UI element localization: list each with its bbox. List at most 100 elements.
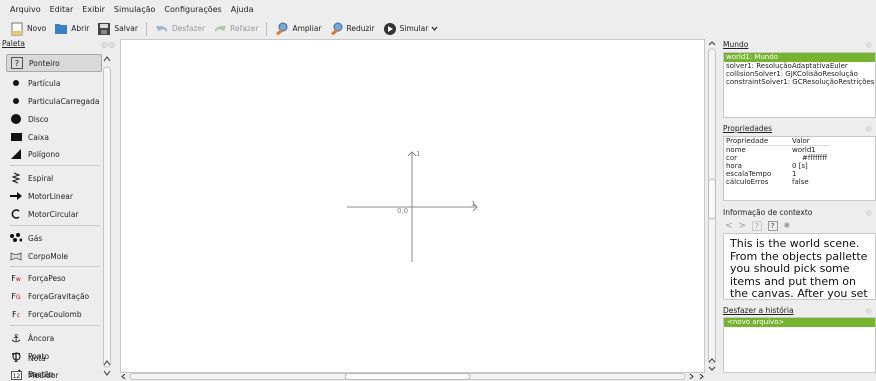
palette-item-label: Gás bbox=[28, 233, 43, 243]
toolbar-separator bbox=[266, 21, 268, 36]
menu-bar: Arquivo Editar Exibir Simulação Configur… bbox=[0, 0, 876, 18]
particle-icon bbox=[10, 77, 22, 89]
undo-history-list[interactable]: <novo arquivo> bbox=[723, 317, 876, 373]
world-canvas[interactable]: 0,0 1 1 bbox=[120, 39, 705, 373]
open-button[interactable]: Abrir bbox=[54, 22, 89, 36]
prop-value[interactable]: 1 bbox=[792, 170, 830, 178]
menu-arquivo[interactable]: Arquivo bbox=[10, 5, 41, 14]
palette-panel: Paleta ◎◎ ? Ponteiro Partícula Particula… bbox=[0, 39, 118, 381]
dock-icon[interactable]: ◎ bbox=[865, 124, 872, 133]
gravitation-force-icon: FG bbox=[11, 291, 21, 301]
palette-item-label: CorpoMole bbox=[28, 251, 69, 261]
menu-configuracoes[interactable]: Configurações bbox=[164, 5, 221, 14]
table-row[interactable]: nome world1 bbox=[726, 146, 830, 155]
palette-item-note[interactable]: T Nota bbox=[6, 349, 102, 367]
prop-value[interactable]: world1 bbox=[792, 146, 830, 155]
chevron-down-icon[interactable] bbox=[431, 25, 438, 32]
whats-this-icon[interactable]: ? bbox=[767, 220, 778, 231]
x-tick-label: 1 bbox=[471, 200, 476, 208]
table-row[interactable]: cálculoErros false bbox=[726, 178, 830, 186]
dock-icon[interactable]: ◎ bbox=[865, 306, 872, 315]
properties-header-name: Propriedade bbox=[726, 137, 792, 146]
palette-scrollbar[interactable] bbox=[102, 53, 112, 379]
help-icon[interactable]: ? bbox=[752, 220, 762, 231]
palette-item-spring[interactable]: Espiral bbox=[6, 169, 102, 187]
world-item-collision-solver[interactable]: collisionSolver1: GJKColisãoResolução bbox=[724, 70, 875, 78]
simulate-button[interactable]: Simular bbox=[383, 22, 439, 36]
folder-open-icon bbox=[55, 23, 68, 34]
world-item-solver[interactable]: solver1: ResoluçãoAdaptativaEuler bbox=[724, 62, 875, 70]
canvas-vertical-scrollbar[interactable] bbox=[706, 39, 718, 373]
new-button[interactable]: Novo bbox=[10, 22, 46, 36]
box-icon bbox=[10, 131, 22, 143]
world-selected-item[interactable]: world1: Mundo bbox=[724, 53, 875, 62]
back-arrow-icon[interactable]: < bbox=[725, 221, 733, 231]
dock-buttons-icon[interactable]: ◎◎ bbox=[101, 40, 115, 49]
palette-item-pointer[interactable]: ? Ponteiro bbox=[6, 54, 102, 72]
forward-arrow-icon[interactable]: > bbox=[739, 221, 747, 231]
menu-editar[interactable]: Editar bbox=[50, 5, 74, 14]
palette-item-label: Nota bbox=[28, 353, 46, 363]
redo-label: Refazer bbox=[230, 24, 259, 33]
palette-separator bbox=[10, 165, 100, 166]
world-item-constraint-solver[interactable]: constraintSolver1: GCResoluçãoRestrições bbox=[724, 78, 875, 86]
zoom-in-button[interactable]: Ampliar bbox=[275, 22, 322, 36]
palette-item-box[interactable]: Caixa bbox=[6, 128, 102, 146]
palette-item-label: Ponteiro bbox=[29, 58, 60, 68]
prop-value[interactable]: 0 [s] bbox=[792, 162, 830, 170]
zoom-in-icon bbox=[276, 22, 288, 35]
menu-simulacao[interactable]: Simulação bbox=[114, 5, 155, 14]
note-icon: T bbox=[11, 351, 20, 365]
palette-item-label: Âncora bbox=[28, 333, 55, 343]
world-title-label: Mundo bbox=[723, 40, 749, 49]
palette-item-anchor[interactable]: ⚓ Âncora bbox=[6, 329, 102, 347]
palette-item-gravitation-force[interactable]: FG ForçaGravitação bbox=[6, 287, 102, 305]
palette-item-label: ParticulaCarregada bbox=[28, 96, 100, 106]
palette-item-soft-body[interactable]: CorpoMole bbox=[6, 247, 102, 265]
menu-ajuda[interactable]: Ajuda bbox=[231, 5, 254, 14]
palette-item-coulomb-force[interactable]: Fc ForçaCoulomb bbox=[6, 305, 102, 323]
palette-item-gas[interactable]: Gás bbox=[6, 229, 102, 247]
undo-button[interactable]: Desfazer bbox=[155, 22, 205, 36]
meter-icon: 12 bbox=[10, 369, 22, 381]
coulomb-force-icon: Fc bbox=[12, 309, 20, 319]
palette-item-weight-force[interactable]: Fw ForçaPeso bbox=[6, 269, 102, 287]
palette-item-label: Disco bbox=[28, 114, 49, 124]
help-pointer-icon: ? bbox=[11, 57, 23, 69]
table-row[interactable]: cor #ffffffff bbox=[726, 154, 830, 162]
undo-history-title-label: Desfazer a história bbox=[723, 306, 794, 315]
prop-name: hora bbox=[726, 162, 742, 170]
palette-item-circular-motor[interactable]: MotorCircular bbox=[6, 205, 102, 223]
dock-icon[interactable]: ◎ bbox=[865, 40, 872, 49]
palette-item-label: ForçaGravitação bbox=[28, 291, 90, 301]
dock-icon[interactable]: ◎ bbox=[865, 208, 872, 217]
undo-history-item[interactable]: <novo arquivo> bbox=[724, 318, 875, 327]
properties-header-value: Valor bbox=[792, 137, 831, 146]
zoom-out-icon bbox=[330, 22, 343, 35]
save-icon bbox=[98, 22, 111, 35]
palette-item-label: ForçaCoulomb bbox=[28, 309, 82, 319]
table-row[interactable]: hora 0 [s] bbox=[726, 162, 830, 170]
settings-icon[interactable]: ✱ bbox=[784, 221, 791, 230]
prop-value[interactable]: #ffffffff bbox=[792, 154, 830, 162]
palette-item-particle[interactable]: Partícula bbox=[6, 74, 102, 92]
palette-item-disk[interactable]: Disco bbox=[6, 110, 102, 128]
axes bbox=[347, 151, 478, 262]
palette-item-meter[interactable]: 12 Medidor bbox=[6, 366, 102, 381]
polygon-icon bbox=[10, 148, 22, 160]
palette-item-label: MotorLinear bbox=[28, 191, 73, 201]
table-row[interactable]: escalaTempo 1 bbox=[726, 170, 830, 178]
save-button[interactable]: Salvar bbox=[97, 22, 138, 36]
canvas-horizontal-scrollbar[interactable] bbox=[120, 372, 705, 381]
world-tree[interactable]: world1: Mundo solver1: ResoluçãoAdaptati… bbox=[723, 52, 876, 118]
palette-item-linear-motor[interactable]: MotorLinear bbox=[6, 187, 102, 205]
redo-button[interactable]: Refazer bbox=[213, 22, 258, 36]
palette-item-polygon[interactable]: Polígono bbox=[6, 145, 102, 163]
properties-title-label: Propriedades bbox=[723, 124, 773, 133]
prop-value[interactable]: false bbox=[792, 178, 830, 186]
world-panel-title: Mundo ◎ bbox=[723, 40, 876, 52]
menu-exibir[interactable]: Exibir bbox=[82, 5, 105, 14]
weight-force-icon: Fw bbox=[11, 273, 21, 283]
palette-item-charged-particle[interactable]: ParticulaCarregada bbox=[6, 92, 102, 110]
zoom-out-button[interactable]: Reduzir bbox=[330, 22, 375, 36]
